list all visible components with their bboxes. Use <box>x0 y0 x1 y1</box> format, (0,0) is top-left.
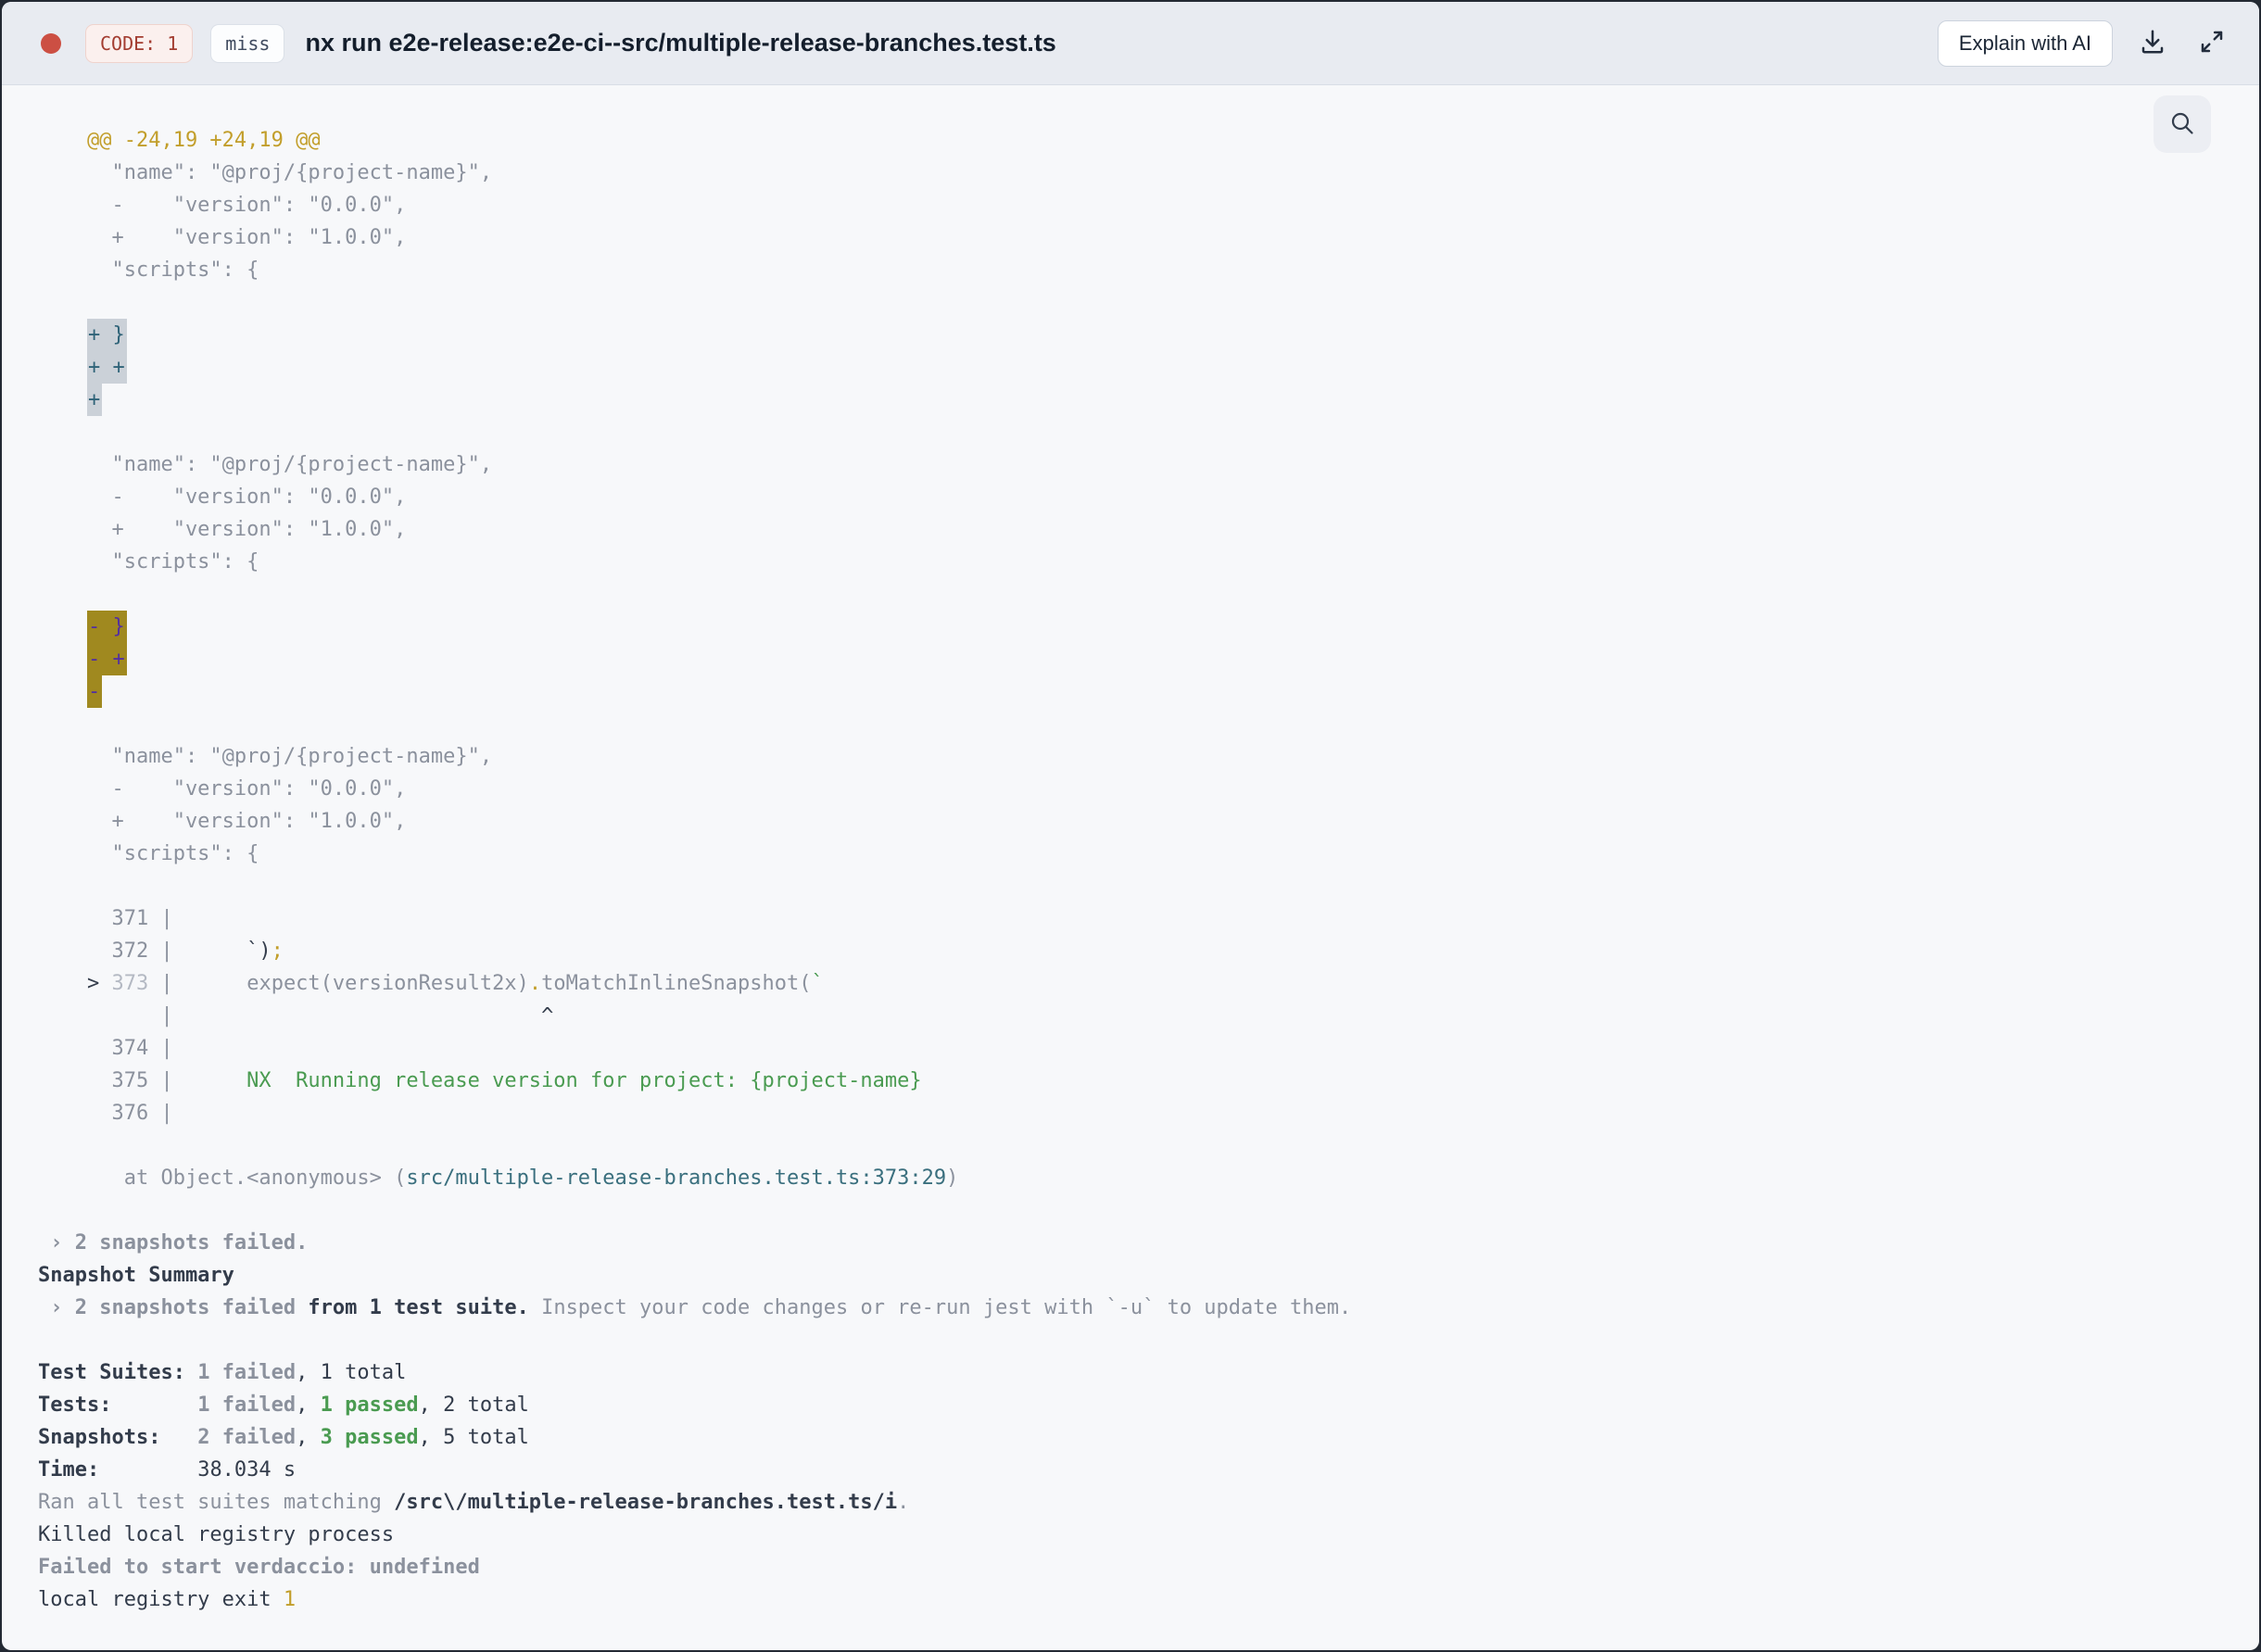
cache-miss-badge: miss <box>210 23 285 63</box>
terminal-line: | ^ <box>38 1004 554 1028</box>
header: CODE: 1 miss nx run e2e-release:e2e-ci--… <box>2 2 2259 85</box>
terminal-line: Failed to start verdaccio: undefined <box>38 1556 480 1579</box>
terminal-line: at Object.<anonymous> (src/multiple-rele… <box>38 1166 959 1190</box>
terminal-line: "name": "@proj/{project-name}", <box>38 745 493 768</box>
terminal-line: 376 | <box>38 1102 173 1125</box>
exit-code-badge: CODE: 1 <box>85 23 194 63</box>
terminal-line: Killed local registry process <box>38 1523 395 1546</box>
search-icon <box>2168 109 2196 140</box>
search-button[interactable] <box>2154 95 2211 153</box>
terminal-line: "scripts": { <box>38 259 259 282</box>
terminal-line: > 373 | expect(versionResult2x).toMatchI… <box>86 972 824 995</box>
terminal-line: + <box>38 384 2222 416</box>
terminal-line: Snapshots: 2 failed, 3 passed, 5 total <box>38 1426 529 1449</box>
terminal-line: local registry exit 1 <box>38 1588 297 1611</box>
terminal-line: 372 | `); <box>38 939 284 963</box>
terminal-line: "name": "@proj/{project-name}", <box>38 453 493 476</box>
terminal-line: 374 | <box>38 1037 173 1060</box>
terminal-line: - "version": "0.0.0", <box>38 194 407 217</box>
terminal-line: + + <box>38 351 2222 384</box>
terminal-line: "scripts": { <box>38 550 259 574</box>
terminal-line: › 2 snapshots failed from 1 test suite. … <box>38 1296 1352 1319</box>
terminal-line: Tests: 1 failed, 1 passed, 2 total <box>38 1393 529 1417</box>
terminal-lines: @@ -24,19 +24,19 @@ "name": "@proj/{proj… <box>38 124 2222 1616</box>
terminal-line: + "version": "1.0.0", <box>38 810 407 833</box>
task-output-window: CODE: 1 miss nx run e2e-release:e2e-ci--… <box>2 2 2259 1650</box>
red-status-dot <box>41 32 61 54</box>
terminal-line: › 2 snapshots failed. <box>38 1231 309 1255</box>
terminal-line: - "version": "0.0.0", <box>38 777 407 801</box>
terminal-line: "scripts": { <box>38 842 259 865</box>
terminal-output: @@ -24,19 +24,19 @@ "name": "@proj/{proj… <box>2 85 2259 1650</box>
terminal-line: + "version": "1.0.0", <box>38 518 407 541</box>
terminal-line: Snapshot Summary <box>38 1264 234 1287</box>
terminal-line: - + <box>38 643 2222 675</box>
terminal-line: @@ -24,19 +24,19 @@ <box>38 129 321 152</box>
terminal-line: Time: 38.034 s <box>38 1458 297 1482</box>
explain-with-ai-button[interactable]: Explain with AI <box>1937 19 2113 67</box>
terminal-line: - "version": "0.0.0", <box>38 486 407 509</box>
download-icon <box>2139 28 2166 58</box>
terminal-line: - } <box>38 611 2222 643</box>
terminal-line: 371 | <box>38 907 173 930</box>
task-title: nx run e2e-release:e2e-ci--src/multiple-… <box>305 29 1056 57</box>
download-button[interactable] <box>2133 22 2172 64</box>
terminal-line: Ran all test suites matching /src\/multi… <box>38 1491 910 1514</box>
fullscreen-icon <box>2198 28 2226 58</box>
terminal-line: + } <box>38 319 2222 351</box>
terminal-line: 375 | NX Running release version for pro… <box>38 1069 922 1092</box>
terminal-line: - <box>38 675 2222 708</box>
fullscreen-button[interactable] <box>2192 22 2231 64</box>
terminal-line: + "version": "1.0.0", <box>38 226 407 249</box>
terminal-line: Test Suites: 1 failed, 1 total <box>38 1361 407 1384</box>
terminal-line: "name": "@proj/{project-name}", <box>38 161 493 184</box>
